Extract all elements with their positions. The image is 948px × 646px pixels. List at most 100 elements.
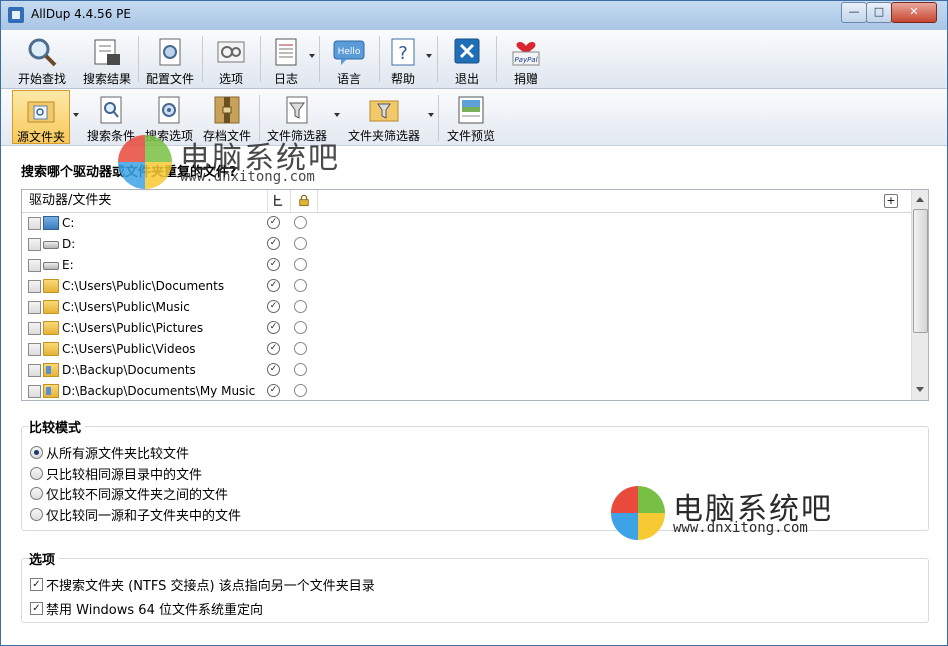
protect-radio[interactable] [294, 237, 307, 250]
scroll-down-arrow-icon[interactable] [916, 387, 924, 392]
source-folder-list[interactable]: 驱动器/文件夹 + C: ✓ D: ✓ E: ✓ C:\Users\Public… [21, 189, 929, 401]
include-subfolders-check-icon[interactable]: ✓ [267, 363, 280, 376]
exit-button[interactable]: 退出 [442, 30, 492, 88]
log-button[interactable]: 日志 [264, 30, 308, 88]
help-icon: ? [391, 38, 415, 66]
table-row[interactable]: D:\Backup\Documents ✓ [22, 360, 911, 381]
radio-button[interactable] [30, 446, 43, 459]
table-row[interactable]: D:\Backup\Documents\My Music ✓ [22, 381, 911, 400]
compare-option-label: 只比较相同源目录中的文件 [46, 468, 203, 483]
profile-label: 配置文件 [145, 72, 194, 86]
start-search-button[interactable]: 开始查找 [12, 30, 72, 88]
add-folder-button[interactable]: + [884, 194, 898, 208]
profile-icon [159, 38, 181, 66]
options-icon [217, 41, 245, 63]
help-button[interactable]: ? 帮助 [383, 30, 423, 88]
search-results-button[interactable]: 搜索结果 [79, 30, 135, 88]
table-row[interactable]: C:\Users\Public\Music ✓ [22, 297, 911, 318]
help-label: 帮助 [390, 72, 415, 86]
tab-folder-filter[interactable]: 文件夹筛选器 [344, 89, 424, 145]
option-label: 不搜索文件夹 (NTFS 交接点) 该点指向另一个文件夹目录 [46, 579, 375, 594]
include-subfolders-check-icon[interactable]: ✓ [267, 279, 280, 292]
scroll-up-arrow-icon[interactable] [916, 197, 924, 202]
options-label: 选项 [218, 72, 243, 86]
language-hello-icon: Hello [333, 40, 365, 65]
search-criteria-icon [100, 96, 122, 124]
donate-label: 捐赠 [513, 72, 538, 86]
toolbar-separator [438, 95, 439, 141]
toolbar-separator [319, 36, 320, 82]
protect-radio[interactable] [294, 216, 307, 229]
checkbox[interactable]: ✓ [30, 578, 43, 591]
paypal-donate-icon: PayPal [512, 41, 540, 66]
list-header: 驱动器/文件夹 + [22, 190, 911, 213]
row-checkbox[interactable] [28, 238, 41, 251]
toolbar-separator [138, 36, 139, 82]
table-row[interactable]: D: ✓ [22, 234, 911, 255]
row-checkbox[interactable] [28, 322, 41, 335]
column-header-subfolders[interactable] [267, 190, 291, 212]
profile-button[interactable]: 配置文件 [142, 30, 198, 88]
include-subfolders-check-icon[interactable]: ✓ [267, 237, 280, 250]
column-header-lock[interactable] [291, 190, 318, 212]
log-dropdown-arrow[interactable] [309, 54, 315, 58]
include-subfolders-check-icon[interactable]: ✓ [267, 321, 280, 334]
close-button[interactable]: ✕ [891, 2, 937, 23]
file-filter-dropdown-arrow[interactable] [334, 113, 340, 117]
exit-label: 退出 [454, 72, 479, 86]
protect-radio[interactable] [294, 363, 307, 376]
include-subfolders-check-icon[interactable]: ✓ [267, 342, 280, 355]
maximize-button[interactable]: □ [866, 2, 892, 23]
radio-button[interactable] [30, 508, 43, 521]
row-path: E: [62, 258, 74, 272]
protect-radio[interactable] [294, 300, 307, 313]
help-dropdown-arrow[interactable] [426, 54, 432, 58]
row-checkbox[interactable] [28, 364, 41, 377]
row-checkbox[interactable] [28, 217, 41, 230]
source-folder-icon [27, 101, 55, 123]
subfolder-tree-icon [274, 194, 283, 206]
source-folders-dropdown-arrow[interactable] [73, 113, 79, 117]
exit-icon [454, 38, 480, 64]
protect-radio[interactable] [294, 258, 307, 271]
table-row[interactable]: C: ✓ [22, 213, 911, 234]
start-search-label: 开始查找 [17, 72, 66, 86]
lock-icon [299, 194, 309, 207]
row-checkbox[interactable] [28, 280, 41, 293]
donate-button[interactable]: PayPal 捐赠 [501, 30, 551, 88]
file-filter-icon [286, 96, 308, 124]
table-row[interactable]: C:\Users\Public\Documents ✓ [22, 276, 911, 297]
list-scrollbar[interactable] [911, 190, 928, 400]
include-subfolders-check-icon[interactable]: ✓ [267, 258, 280, 271]
table-row[interactable]: C:\Users\Public\Pictures ✓ [22, 318, 911, 339]
include-subfolders-check-icon[interactable]: ✓ [267, 384, 280, 397]
table-row[interactable]: E: ✓ [22, 255, 911, 276]
row-checkbox[interactable] [28, 343, 41, 356]
minimize-button[interactable]: — [841, 2, 867, 23]
folder-icon [43, 300, 59, 314]
row-checkbox[interactable] [28, 301, 41, 314]
include-subfolders-check-icon[interactable]: ✓ [267, 216, 280, 229]
column-header-drive-folder[interactable]: 驱动器/文件夹 [22, 190, 268, 212]
protect-radio[interactable] [294, 384, 307, 397]
title-bar[interactable]: AllDup 4.4.56 PE — □ ✕ [1, 1, 947, 30]
row-checkbox[interactable] [28, 385, 41, 398]
tab-source-folders[interactable]: 源文件夹 [12, 90, 70, 144]
radio-button[interactable] [30, 487, 43, 500]
compare-option-label: 仅比较同一源和子文件夹中的文件 [46, 509, 242, 524]
options-button[interactable]: 选项 [206, 30, 256, 88]
include-subfolders-check-icon[interactable]: ✓ [267, 300, 280, 313]
table-row[interactable]: C:\Users\Public\Videos ✓ [22, 339, 911, 360]
row-path: D:\Backup\Documents [62, 363, 196, 377]
language-button[interactable]: Hello 语言 [323, 30, 375, 88]
scrollbar-thumb[interactable] [913, 209, 928, 333]
folder-filter-dropdown-arrow[interactable] [428, 113, 434, 117]
tab-file-preview[interactable]: 文件预览 [443, 89, 499, 145]
library-folder-icon [43, 384, 59, 398]
radio-button[interactable] [30, 467, 43, 480]
protect-radio[interactable] [294, 342, 307, 355]
protect-radio[interactable] [294, 279, 307, 292]
row-checkbox[interactable] [28, 259, 41, 272]
checkbox[interactable]: ✓ [30, 602, 43, 615]
protect-radio[interactable] [294, 321, 307, 334]
